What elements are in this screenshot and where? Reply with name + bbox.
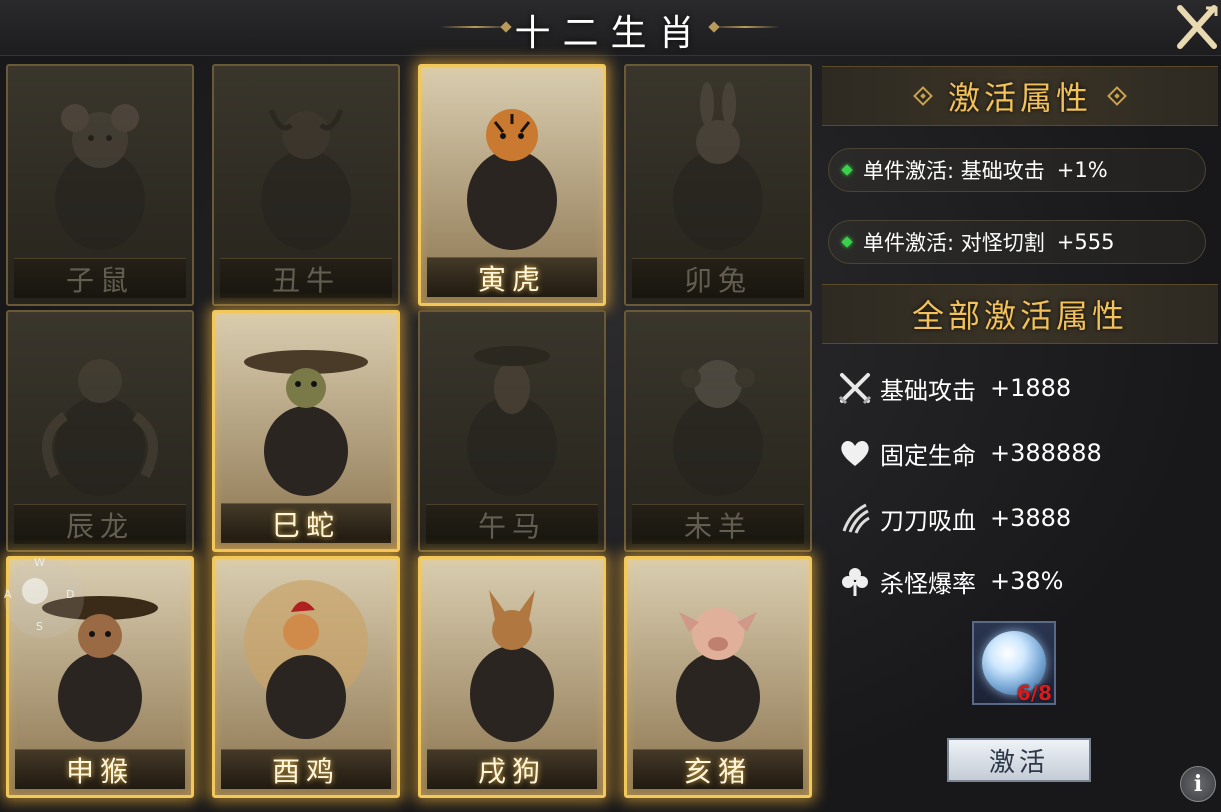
- snake-portrait: [223, 321, 389, 501]
- name-plate: 戌狗: [427, 749, 597, 789]
- zodiac-name: 午马: [477, 509, 546, 543]
- pig-portrait: [635, 567, 801, 747]
- window-title: 十二生肖: [514, 13, 707, 54]
- horse-portrait: [428, 320, 596, 502]
- name-plate: 子鼠: [14, 258, 186, 298]
- section-title: 激活属性: [947, 79, 1092, 117]
- single-activation-row: 单件激活: 基础攻击 +1%: [828, 148, 1206, 192]
- section-title: 全部激活属性: [911, 297, 1128, 335]
- green-gem-icon: [841, 164, 853, 176]
- ox-portrait: [222, 74, 390, 256]
- attr-row-fixed-life: 固定生命 +388888: [836, 433, 1102, 473]
- gem-item-slot[interactable]: 6/8: [972, 621, 1056, 705]
- activate-button[interactable]: 激活: [947, 738, 1091, 782]
- joystick-key-w: W: [34, 556, 45, 569]
- close-button[interactable]: [1176, 4, 1218, 50]
- zodiac-name: 丑牛: [271, 263, 340, 297]
- zodiac-window: 十二生肖 子鼠 丑牛 寅虎 卯兔 辰龙 巳蛇 午马 未羊 申猴 酉鸡 戌狗 亥猪…: [0, 0, 1221, 812]
- zodiac-card-rat[interactable]: 子鼠: [6, 64, 194, 306]
- attr-row-base-attack: 基础攻击 +1888: [836, 368, 1071, 408]
- single-activation-value: +555: [1056, 230, 1115, 254]
- attr-value: +3888: [990, 504, 1072, 532]
- zodiac-name: 戌狗: [477, 754, 546, 788]
- joystick-key-s: S: [36, 620, 43, 633]
- zodiac-card-snake[interactable]: 巳蛇: [212, 310, 400, 552]
- zodiac-card-dog[interactable]: 戌狗: [418, 556, 606, 798]
- rat-portrait: [16, 74, 184, 256]
- attr-value: +1888: [990, 374, 1072, 402]
- zodiac-card-rooster[interactable]: 酉鸡: [212, 556, 400, 798]
- diamond-ornament-icon: [1107, 86, 1127, 106]
- name-plate: 卯兔: [632, 258, 804, 298]
- zodiac-name: 卯兔: [683, 263, 752, 297]
- all-activate-attributes-header: 全部激活属性: [822, 284, 1218, 344]
- joystick-key-d: D: [66, 588, 75, 601]
- info-icon[interactable]: i: [1180, 766, 1216, 802]
- diamond-ornament-icon: [913, 86, 933, 106]
- name-plate: 未羊: [632, 504, 804, 544]
- name-plate: 酉鸡: [221, 749, 391, 789]
- zodiac-name: 申猴: [65, 754, 134, 788]
- claw-slash-icon: [836, 499, 874, 537]
- single-activation-value: +1%: [1056, 158, 1108, 182]
- single-activation-row: 单件激活: 对怪切割 +555: [828, 220, 1206, 264]
- clover-icon: [836, 562, 874, 600]
- zodiac-card-rabbit[interactable]: 卯兔: [624, 64, 812, 306]
- name-plate: 巳蛇: [221, 503, 391, 543]
- name-plate: 辰龙: [14, 504, 186, 544]
- title-bar: 十二生肖: [0, 0, 1221, 56]
- title-ornament-right: [710, 26, 780, 28]
- virtual-joystick[interactable]: W A D S: [0, 548, 86, 644]
- zodiac-name: 未羊: [683, 509, 752, 543]
- zodiac-card-pig[interactable]: 亥猪: [624, 556, 812, 798]
- attr-value: +38%: [990, 567, 1064, 595]
- zodiac-grid: 子鼠 丑牛 寅虎 卯兔 辰龙 巳蛇 午马 未羊 申猴 酉鸡 戌狗 亥猪: [0, 58, 815, 812]
- sheep-portrait: [634, 320, 802, 502]
- name-plate: 寅虎: [427, 257, 597, 297]
- attr-name: 基础攻击: [880, 376, 976, 405]
- rabbit-portrait: [634, 74, 802, 256]
- zodiac-name: 亥猪: [683, 754, 752, 788]
- zodiac-card-sheep[interactable]: 未羊: [624, 310, 812, 552]
- name-plate: 午马: [426, 504, 598, 544]
- attr-value: +388888: [990, 439, 1102, 467]
- attr-row-lifesteal: 刀刀吸血 +3888: [836, 498, 1071, 538]
- activate-attributes-header: 激活属性: [822, 66, 1218, 126]
- green-gem-icon: [841, 236, 853, 248]
- name-plate: 亥猪: [633, 749, 803, 789]
- zodiac-card-horse[interactable]: 午马: [418, 310, 606, 552]
- zodiac-name: 子鼠: [65, 263, 134, 297]
- dragon-portrait: [16, 320, 184, 502]
- joystick-knob[interactable]: [22, 578, 48, 604]
- crossed-swords-icon: [836, 369, 874, 407]
- attr-name: 杀怪爆率: [880, 569, 976, 598]
- zodiac-name: 巳蛇: [271, 508, 340, 542]
- tiger-portrait: [429, 75, 595, 255]
- zodiac-name: 寅虎: [477, 262, 546, 296]
- zodiac-card-ox[interactable]: 丑牛: [212, 64, 400, 306]
- rooster-portrait: [223, 567, 389, 747]
- attr-name: 刀刀吸血: [880, 506, 976, 535]
- gem-count: 6/8: [1016, 681, 1052, 705]
- attr-name: 固定生命: [880, 441, 976, 470]
- zodiac-name: 辰龙: [65, 509, 134, 543]
- joystick-key-a: A: [4, 588, 12, 601]
- name-plate: 丑牛: [220, 258, 392, 298]
- close-x-icon: [1177, 5, 1218, 49]
- zodiac-card-dragon[interactable]: 辰龙: [6, 310, 194, 552]
- single-activation-label: 单件激活: 基础攻击: [863, 159, 1045, 183]
- attr-row-drop-rate: 杀怪爆率 +38%: [836, 561, 1063, 601]
- attribute-panel: 激活属性 单件激活: 基础攻击 +1% 单件激活: 对怪切割 +555 全部激活…: [818, 58, 1221, 812]
- dog-portrait: [429, 567, 595, 747]
- name-plate: 申猴: [15, 749, 185, 789]
- single-activation-label: 单件激活: 对怪切割: [863, 231, 1045, 255]
- zodiac-card-tiger[interactable]: 寅虎: [418, 64, 606, 306]
- zodiac-name: 酉鸡: [271, 754, 340, 788]
- heart-icon: [836, 434, 874, 472]
